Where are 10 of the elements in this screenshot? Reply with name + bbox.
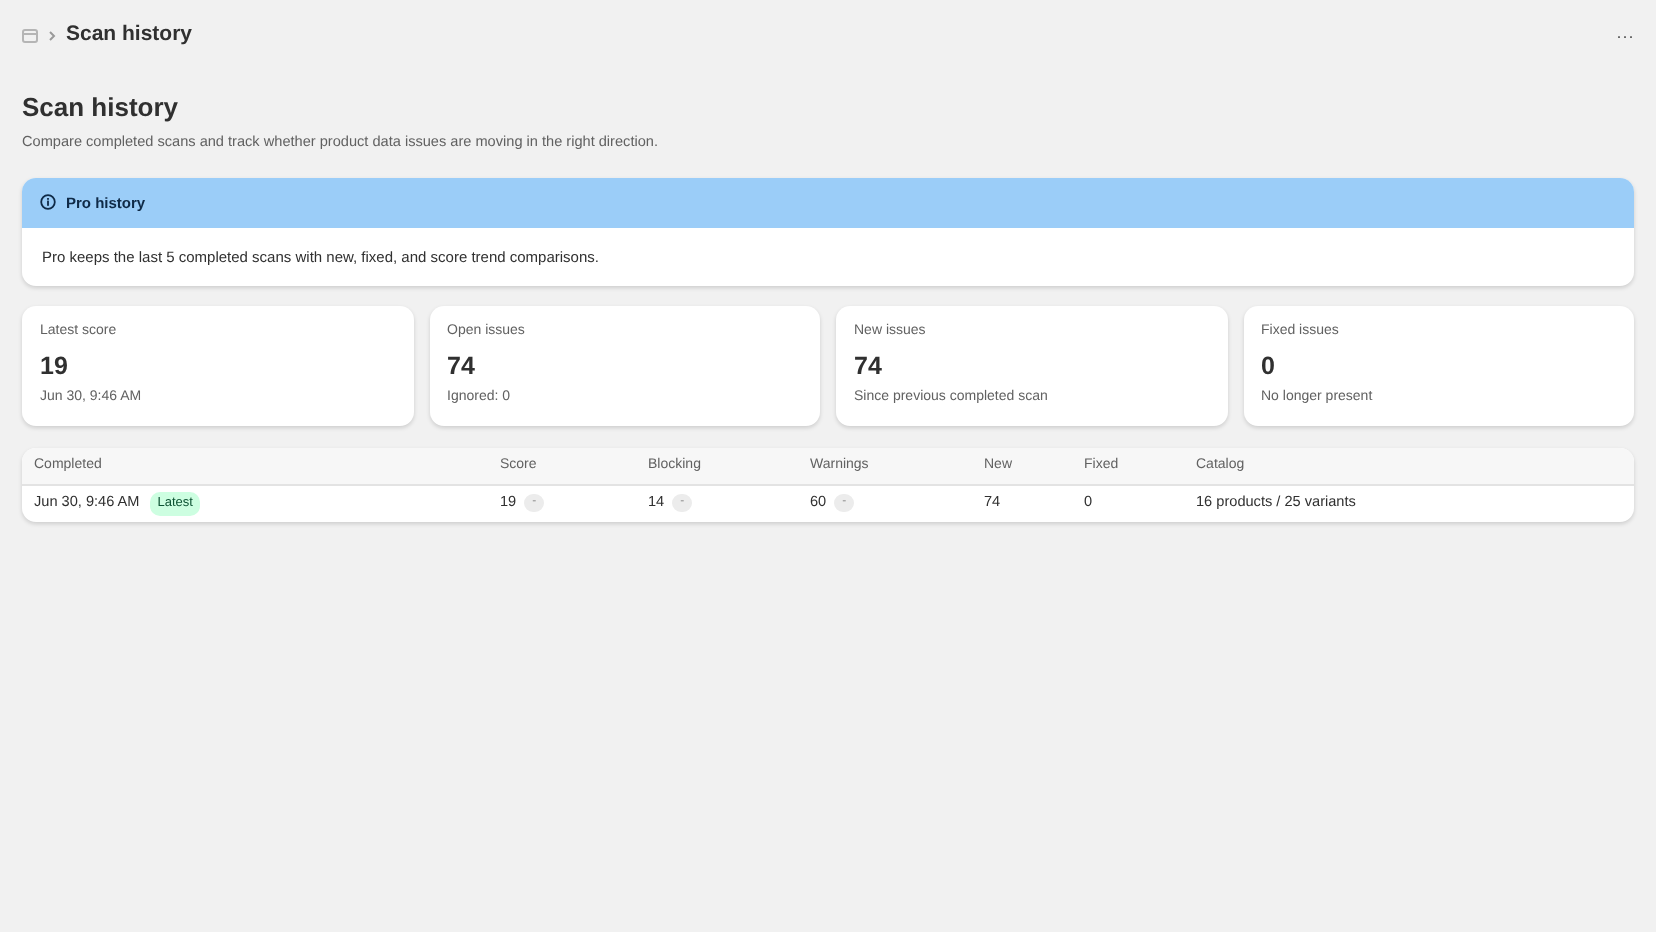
breadcrumb-title: Scan history [66,20,193,51]
chevron-icon [48,30,56,42]
more-button[interactable]: ··· [1616,27,1634,45]
app-icon[interactable] [22,28,38,44]
stat-value: 0 [1261,349,1277,384]
info-icon [40,194,56,211]
page-title: Scan history [22,92,181,124]
stat-value: 19 [40,349,70,384]
stat-value: 74 [447,349,477,384]
stat-value: 74 [854,349,884,384]
